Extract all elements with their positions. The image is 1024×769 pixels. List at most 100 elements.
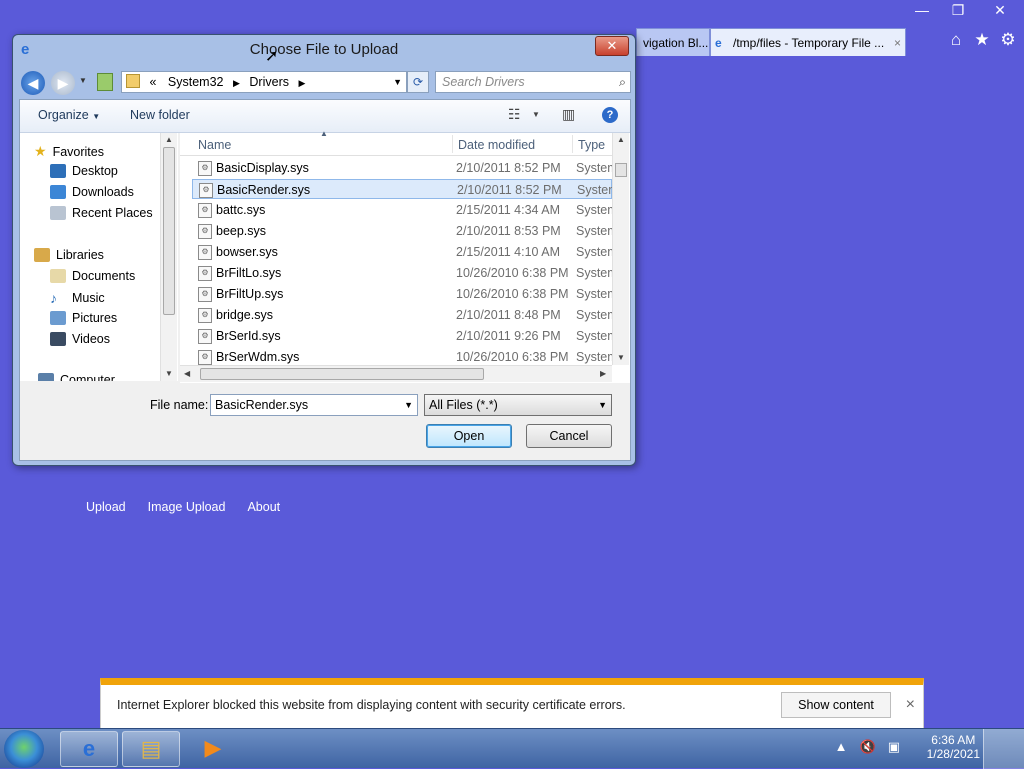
cancel-button[interactable]: Cancel bbox=[526, 424, 612, 448]
computer-icon bbox=[38, 373, 54, 381]
breadcrumb-chevron-icon[interactable]: ▶ bbox=[298, 78, 305, 88]
media-player-taskbar-icon[interactable]: ▶ bbox=[184, 731, 242, 767]
file-type-select[interactable]: All Files (*.*) ▼ bbox=[424, 394, 612, 416]
file-name: beep.sys bbox=[216, 224, 267, 238]
show-content-button[interactable]: Show content bbox=[781, 692, 891, 718]
nav-downloads[interactable]: Downloads bbox=[50, 185, 134, 199]
column-date-modified[interactable]: Date modified bbox=[458, 138, 535, 152]
tools-icon[interactable]: ⚙ bbox=[998, 30, 1018, 50]
breadcrumb-drivers[interactable]: Drivers bbox=[249, 75, 289, 89]
mouse-cursor-icon: ➚ bbox=[265, 48, 279, 65]
file-row[interactable]: ⚙ BrSerWdm.sys 10/26/2010 6:38 PM System bbox=[192, 347, 612, 367]
scroll-down-icon[interactable]: ▼ bbox=[165, 369, 173, 378]
file-type: System bbox=[576, 245, 612, 259]
tab-close-icon[interactable]: × bbox=[894, 29, 901, 56]
link-about[interactable]: About bbox=[247, 500, 280, 514]
preview-pane-icon[interactable]: ▥ bbox=[562, 106, 575, 123]
nav-pictures[interactable]: Pictures bbox=[50, 311, 117, 325]
vscroll-thumb[interactable] bbox=[615, 163, 627, 177]
help-icon[interactable]: ? bbox=[602, 107, 618, 123]
view-dropdown-icon[interactable]: ▼ bbox=[532, 110, 540, 119]
restore-button[interactable]: ❐ bbox=[940, 0, 976, 20]
column-separator[interactable] bbox=[572, 135, 573, 153]
file-row[interactable]: ⚙ BrSerId.sys 2/10/2011 9:26 PM System bbox=[192, 326, 612, 346]
system-file-icon: ⚙ bbox=[198, 245, 212, 260]
file-row[interactable]: ⚙ BrFiltUp.sys 10/26/2010 6:38 PM System bbox=[192, 284, 612, 304]
nav-scrollbar[interactable]: ▲ ▼ bbox=[160, 133, 177, 381]
navigation-row: ◀ ▶ ▼ « System32 ▶ Drivers ▶ ▼ ⟳ Search … bbox=[19, 69, 631, 97]
volume-muted-icon[interactable]: 🔇 bbox=[860, 739, 876, 755]
chevron-down-icon[interactable]: ▼ bbox=[598, 395, 607, 415]
breadcrumb-chevron-icon[interactable]: ▶ bbox=[233, 78, 240, 88]
file-row[interactable]: ⚙ battc.sys 2/15/2011 4:34 AM System bbox=[192, 200, 612, 220]
address-dropdown-icon[interactable]: ▼ bbox=[393, 72, 402, 92]
page-nav: Upload Image Upload About bbox=[86, 500, 280, 514]
favorites-icon[interactable]: ★ bbox=[972, 30, 992, 50]
nav-desktop[interactable]: Desktop bbox=[50, 164, 118, 178]
folder-up-icon[interactable] bbox=[97, 73, 113, 91]
file-list-hscrollbar[interactable]: ◀ ▶ bbox=[180, 365, 612, 382]
ie-close-button[interactable]: ✕ bbox=[976, 0, 1024, 20]
file-date: 2/10/2011 8:53 PM bbox=[456, 224, 561, 238]
file-type-value: All Files (*.*) bbox=[429, 398, 498, 412]
open-button[interactable]: Open bbox=[426, 424, 512, 448]
file-list-pane: Name ▲ Date modified Type ⚙ BasicDisplay.… bbox=[180, 129, 630, 383]
scroll-down-icon[interactable]: ▼ bbox=[617, 353, 625, 362]
ie-taskbar-icon[interactable]: e bbox=[60, 731, 118, 767]
refresh-button[interactable]: ⟳ bbox=[407, 71, 429, 93]
forward-button[interactable]: ▶ bbox=[51, 71, 75, 95]
file-row[interactable]: ⚙ bowser.sys 2/15/2011 4:10 AM System bbox=[192, 242, 612, 262]
nav-videos[interactable]: Videos bbox=[50, 332, 110, 346]
show-desktop-button[interactable] bbox=[983, 729, 1024, 769]
filename-label: File name: bbox=[150, 398, 209, 412]
recent-pages-chevron-icon[interactable]: ▼ bbox=[79, 76, 87, 85]
nav-documents[interactable]: Documents bbox=[50, 269, 135, 283]
back-button[interactable]: ◀ bbox=[21, 71, 45, 95]
scroll-right-icon[interactable]: ▶ bbox=[600, 369, 606, 378]
home-icon[interactable]: ⌂ bbox=[946, 30, 966, 50]
address-bar[interactable]: « System32 ▶ Drivers ▶ ▼ bbox=[121, 71, 407, 93]
column-type[interactable]: Type bbox=[578, 138, 605, 152]
file-row[interactable]: ⚙ BasicDisplay.sys 2/10/2011 8:52 PM System bbox=[192, 158, 612, 178]
file-row[interactable]: ⚙ bridge.sys 2/10/2011 8:48 PM System bbox=[192, 305, 612, 325]
tab-tmp-files[interactable]: e /tmp/files - Temporary File ... × bbox=[710, 28, 906, 56]
file-row[interactable]: ⚙ beep.sys 2/10/2011 8:53 PM System bbox=[192, 221, 612, 241]
file-row[interactable]: ⚙ BasicRender.sys 2/10/2011 8:52 PM System bbox=[192, 179, 613, 199]
chevron-down-icon[interactable]: ▼ bbox=[404, 395, 413, 415]
explorer-taskbar-icon[interactable]: ▤ bbox=[122, 731, 180, 767]
search-icon[interactable]: ⌕ bbox=[619, 72, 626, 92]
scroll-up-icon[interactable]: ▲ bbox=[165, 135, 173, 144]
organize-button[interactable]: Organize ▼ bbox=[38, 108, 100, 122]
hscroll-thumb[interactable] bbox=[200, 368, 484, 380]
filename-input[interactable]: BasicRender.sys ▼ bbox=[210, 394, 418, 416]
notification-close-icon[interactable]: × bbox=[906, 696, 915, 714]
search-input[interactable]: Search Drivers ⌕ bbox=[435, 71, 631, 93]
organize-label: Organize bbox=[38, 108, 89, 122]
scroll-up-icon[interactable]: ▲ bbox=[617, 135, 625, 144]
address-prefix[interactable]: « bbox=[149, 75, 156, 89]
scroll-left-icon[interactable]: ◀ bbox=[184, 369, 190, 378]
file-row[interactable]: ⚙ BrFiltLo.sys 10/26/2010 6:38 PM System bbox=[192, 263, 612, 283]
new-folder-button[interactable]: New folder bbox=[130, 108, 190, 122]
nav-label: Computer bbox=[60, 373, 115, 381]
dialog-close-button[interactable]: ✕ bbox=[595, 36, 629, 56]
view-options-icon[interactable]: ☷ bbox=[508, 106, 521, 123]
column-name[interactable]: Name bbox=[198, 138, 231, 152]
clock[interactable]: 6:36 AM 1/28/2021 bbox=[927, 733, 980, 761]
nav-libraries[interactable]: Libraries bbox=[34, 248, 104, 262]
nav-computer[interactable]: Computer bbox=[38, 373, 115, 381]
network-icon[interactable]: ▣ bbox=[888, 739, 900, 755]
nav-scroll-thumb[interactable] bbox=[163, 147, 175, 315]
nav-favorites[interactable]: ★ Favorites bbox=[34, 143, 104, 160]
breadcrumb-system32[interactable]: System32 bbox=[168, 75, 224, 89]
minimize-button[interactable]: — bbox=[904, 0, 940, 20]
show-hidden-icons-icon[interactable]: ▲ bbox=[835, 739, 848, 755]
start-button[interactable] bbox=[4, 730, 44, 768]
link-image-upload[interactable]: Image Upload bbox=[148, 500, 226, 514]
column-separator[interactable] bbox=[452, 135, 453, 153]
file-list-vscrollbar[interactable]: ▲ ▼ bbox=[612, 133, 629, 365]
nav-music[interactable]: ♪ Music bbox=[50, 290, 105, 306]
link-upload[interactable]: Upload bbox=[86, 500, 126, 514]
tab-navigation-blocked[interactable]: vigation Bl... bbox=[636, 28, 710, 56]
nav-recent-places[interactable]: Recent Places bbox=[50, 206, 153, 220]
